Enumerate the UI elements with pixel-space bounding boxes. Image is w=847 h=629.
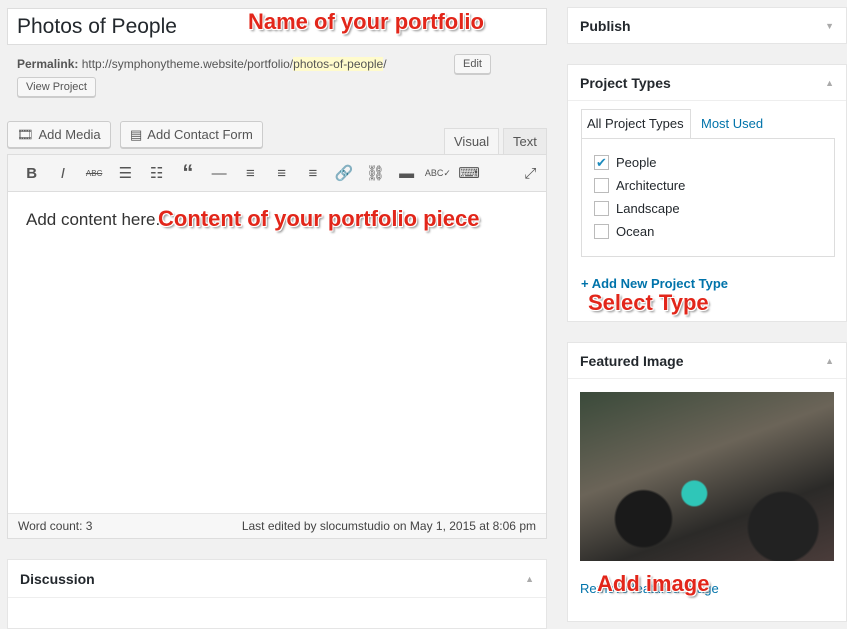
checkbox-checked[interactable]: ✔ [594,155,609,170]
align-center-icon[interactable]: ≡ [266,165,297,182]
word-count: Word count: 3 [18,519,93,533]
last-edited: Last edited by slocumstudio on May 1, 20… [241,519,536,533]
type-people[interactable]: ✔ People [594,151,822,174]
discussion-title[interactable]: Discussion [20,571,95,587]
annotation-name: Name of your portfolio [248,9,484,34]
add-media-label: Add Media [38,127,101,142]
link-icon[interactable]: 🔗 [329,164,360,182]
checkbox[interactable] [594,201,609,216]
add-contact-form-label: Add Contact Form [147,127,253,142]
type-label: People [616,155,657,170]
type-architecture[interactable]: Architecture [594,174,822,197]
type-ocean[interactable]: Ocean [594,220,822,243]
collapse-icon[interactable]: ▲ [825,78,834,88]
add-new-project-type-link[interactable]: + Add New Project Type [581,276,728,291]
permalink-slug[interactable]: photos-of-people [293,57,384,71]
media-icon: 🎞 [17,126,34,142]
unlink-icon[interactable]: ⛓ [360,164,391,182]
spellcheck-icon[interactable]: ABC✓ [422,168,453,179]
align-left-icon[interactable]: ≡ [235,165,266,182]
checkbox[interactable] [594,178,609,193]
blockquote-icon[interactable]: “ [172,160,203,186]
toolbar-toggle-icon[interactable]: ⌨ [454,164,485,182]
form-icon: ▤ [130,126,143,142]
edit-permalink-button[interactable]: Edit [454,54,491,74]
read-more-icon[interactable]: ▬ [391,165,422,182]
checkbox[interactable] [594,224,609,239]
annotation-image: Add image [597,571,710,596]
align-right-icon[interactable]: ≡ [297,165,328,182]
collapse-icon[interactable]: ▲ [525,574,534,584]
permalink-label: Permalink: [17,57,79,71]
view-project-button[interactable]: View Project [17,77,96,97]
tab-all-project-types[interactable]: All Project Types [581,109,691,139]
bullet-list-icon[interactable]: ☰ [110,164,141,182]
permalink-trail: / [383,57,387,71]
add-contact-form-button[interactable]: ▤ Add Contact Form [120,121,263,148]
horizontal-rule-icon[interactable]: — [204,165,235,182]
numbered-list-icon[interactable]: ☷ [141,164,172,182]
project-types-title[interactable]: Project Types [580,75,671,91]
featured-image[interactable] [580,392,834,561]
expand-icon[interactable]: ▼ [825,21,834,31]
permalink-base: http://symphonytheme.website/portfolio/ [81,57,294,71]
italic-icon[interactable]: I [47,165,78,182]
tab-visual[interactable]: Visual [444,128,500,155]
type-label: Landscape [616,201,680,216]
featured-image-title[interactable]: Featured Image [580,353,683,369]
fullscreen-icon[interactable]: ⤢ [515,165,546,182]
publish-box: Publish ▼ [567,7,847,44]
publish-title[interactable]: Publish [580,18,631,34]
tab-most-used[interactable]: Most Used [701,116,763,131]
type-label: Architecture [616,178,686,193]
tab-text[interactable]: Text [503,128,547,154]
permalink: Permalink: http://symphonytheme.website/… [17,57,387,71]
project-types-list: ✔ People Architecture Landscape Ocean [581,138,835,257]
strikethrough-icon[interactable]: ABC [79,169,110,178]
type-landscape[interactable]: Landscape [594,197,822,220]
bold-icon[interactable]: B [16,165,47,182]
annotation-type: Select Type [588,290,709,315]
discussion-box: Discussion ▲ [7,559,547,629]
annotation-content: Content of your portfolio piece [158,206,480,231]
add-media-button[interactable]: 🎞 Add Media [7,121,111,148]
project-types-box: Project Types ▲ All Project Types Most Us… [567,64,847,322]
type-label: Ocean [616,224,655,239]
editor-status-bar: Word count: 3 Last edited by slocumstudi… [8,513,546,538]
collapse-icon[interactable]: ▲ [825,356,834,366]
editor-toolbar: B I ABC ☰ ☷ “ — ≡ ≡ ≡ 🔗 ⛓ ▬ ABC✓ ⌨ ⤢ [8,155,546,192]
